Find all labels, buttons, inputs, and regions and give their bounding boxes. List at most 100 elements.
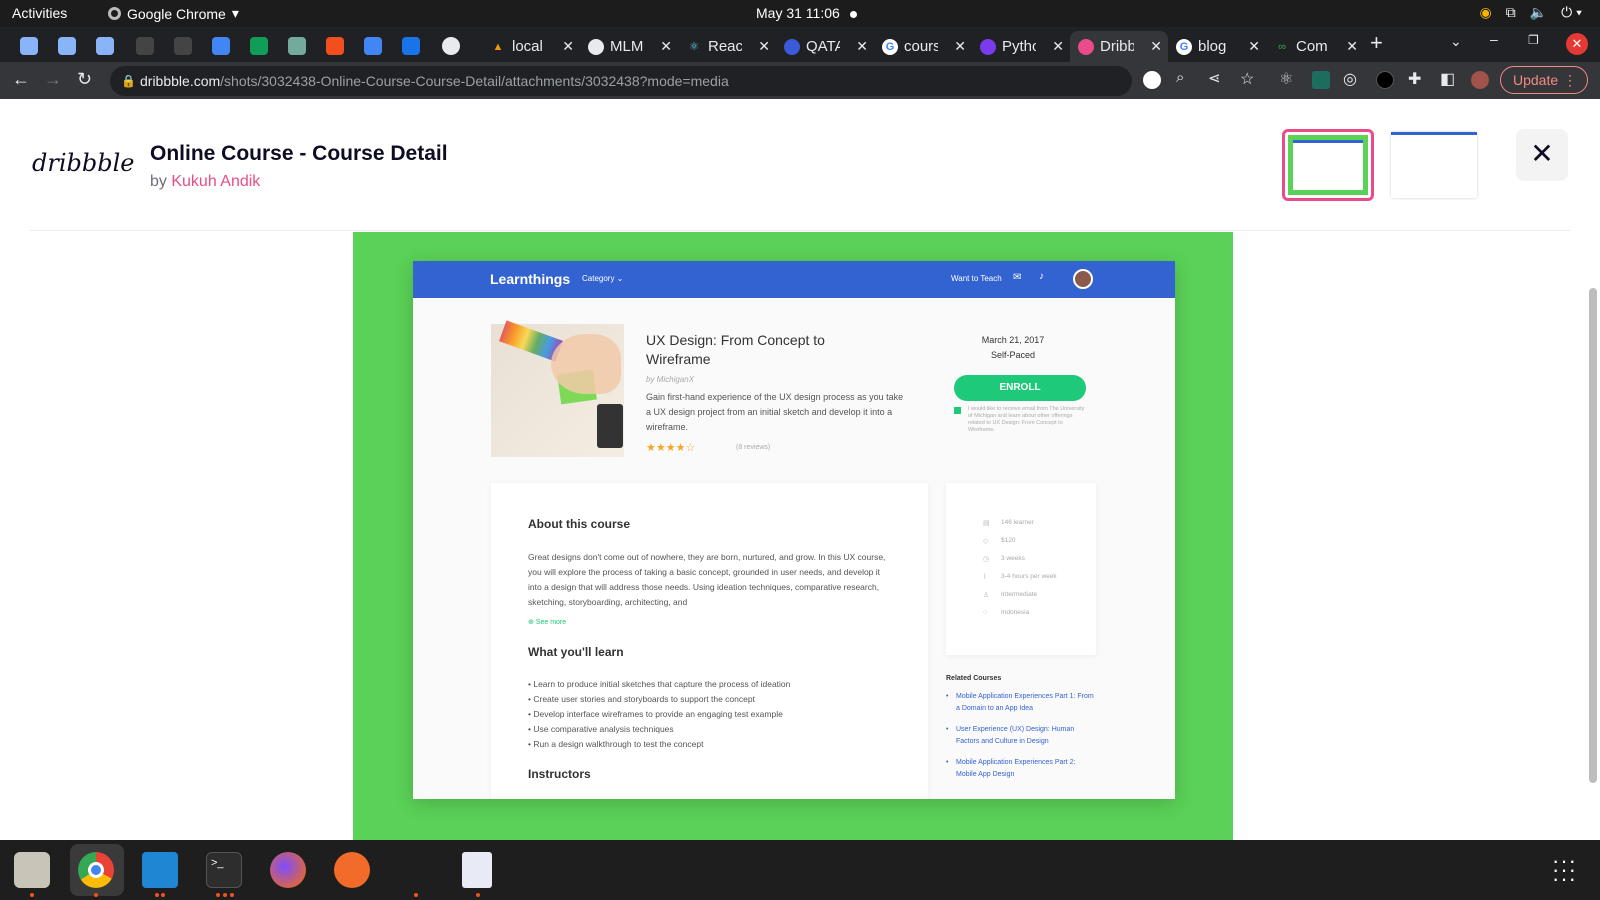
docs-tab-icon[interactable] (364, 37, 382, 55)
show-apps-icon[interactable]: ··· ··· ··· (1552, 850, 1577, 890)
close-tab-icon[interactable]: ✕ (758, 38, 770, 55)
caret-down-icon: ▾ (231, 5, 239, 21)
zoom-icon[interactable]: ⌕ (1176, 69, 1184, 86)
figma-tab-icon[interactable] (326, 37, 344, 55)
list-item: Develop interface wireframes to provide … (528, 707, 790, 722)
google-lens-icon[interactable] (1143, 71, 1161, 89)
bell-icon: ♪ (1039, 271, 1044, 282)
related-link: Mobile Application Experiences Part 1: F… (946, 691, 1096, 715)
scrollbar-thumb[interactable] (1589, 288, 1597, 783)
dribbble-logo[interactable]: dribbble (32, 149, 134, 177)
tab-mlm[interactable]: MLM ✕ (580, 31, 678, 62)
app-menu[interactable]: Google Chrome ▾ (108, 5, 239, 22)
tab-python[interactable]: Pytho✕ (972, 31, 1070, 62)
tab-cours[interactable]: Gcours ✕ (874, 31, 972, 62)
close-icon[interactable]: ✕ (1516, 129, 1568, 181)
avatar (1073, 269, 1093, 289)
text-editor-icon[interactable] (462, 852, 492, 888)
attachment-thumbnail-1[interactable] (1282, 129, 1374, 201)
list-item: Create user stories and storyboards to s… (528, 692, 790, 707)
close-tab-icon[interactable]: ✕ (1248, 38, 1260, 55)
running-indicator (223, 893, 227, 897)
terminal-icon[interactable]: >_ (206, 852, 242, 888)
volume-icon: 🔈 (1529, 4, 1548, 20)
tab-react[interactable]: ⚛React✕ (678, 31, 776, 62)
extensions-puzzle-icon[interactable]: ✚ (1408, 69, 1421, 89)
email-opt-in-text: I would like to receive email from The U… (968, 406, 1085, 433)
shield-icon (784, 38, 800, 55)
running-indicator (230, 893, 234, 897)
restore-icon[interactable]: ❐ (1528, 33, 1539, 47)
clock[interactable]: May 31 11:06 (756, 5, 857, 21)
attachment-thumbnail-2[interactable] (1388, 129, 1480, 201)
back-icon[interactable]: ← (12, 69, 30, 90)
extension-react-icon[interactable]: ⚛ (1279, 69, 1293, 89)
pinned-tab-icon[interactable] (58, 37, 76, 55)
tab-search-icon[interactable]: ⌄ (1450, 33, 1462, 50)
update-button[interactable]: Update ⋮ (1500, 66, 1588, 94)
extension-target-icon[interactable]: ◎ (1343, 69, 1357, 89)
close-tab-icon[interactable]: ✕ (954, 38, 966, 55)
share-icon[interactable]: ⋖ (1208, 69, 1221, 87)
pinned-tab-icon[interactable] (402, 37, 420, 55)
side-panel-icon[interactable]: ◧ (1440, 69, 1455, 89)
close-tab-icon[interactable]: ✕ (660, 38, 672, 55)
vscode-icon[interactable] (142, 852, 178, 888)
close-tab-icon[interactable]: ✕ (856, 38, 868, 55)
close-window-icon[interactable]: ✕ (1566, 33, 1588, 55)
close-tab-icon[interactable]: ✕ (1052, 38, 1064, 55)
activities-button[interactable]: Activities (12, 5, 67, 21)
fact-learners: ▤ 146 learner (983, 519, 1034, 527)
avatar[interactable] (1471, 71, 1489, 89)
pinned-tab-icon[interactable] (20, 37, 38, 55)
thumbnail-preview (1391, 132, 1477, 198)
network-icon: ⧉ (1505, 4, 1516, 20)
draw-app-icon[interactable] (334, 852, 370, 888)
new-tab-icon[interactable]: + (1370, 30, 1383, 56)
link-icon: ∞ (1278, 40, 1286, 53)
tab-blog[interactable]: Gblog ✕ (1168, 31, 1266, 62)
course-provider: by MichiganX (646, 375, 695, 384)
chatgpt-tab-icon[interactable] (288, 37, 306, 55)
extension-icon[interactable] (1312, 71, 1330, 89)
firefox-icon[interactable] (270, 852, 306, 888)
chrome-tray-icon: ◉ (1479, 4, 1492, 20)
learn-list: Learn to produce initial sketches that c… (528, 677, 790, 752)
forward-icon[interactable]: → (44, 69, 62, 90)
dock: >_ ··· ··· ··· (0, 840, 1600, 900)
address-bar[interactable]: 🔒 dribbble.com/shots/3032438-Online-Cours… (110, 66, 1132, 96)
close-tab-icon[interactable]: ✕ (562, 38, 574, 55)
python-icon (980, 38, 996, 55)
bookmark-star-icon[interactable]: ☆ (1240, 69, 1254, 89)
pinned-tab-icon[interactable] (174, 37, 192, 55)
pinned-tab-icon[interactable] (96, 37, 114, 55)
notification-dot-icon (849, 10, 857, 18)
fact-language: ○ Indonesia (983, 609, 1030, 616)
pinned-tab-icon[interactable] (136, 37, 154, 55)
checkbox-icon (954, 407, 961, 414)
author-link[interactable]: Kukuh Andik (171, 173, 260, 190)
close-tab-icon[interactable]: ✕ (1150, 38, 1162, 55)
system-tray[interactable]: ◉ ⧉ 🔈 ⏻ ▾ (1480, 4, 1583, 21)
divider (30, 230, 1570, 231)
chrome-center-icon (88, 862, 104, 878)
sheets-tab-icon[interactable] (250, 37, 268, 55)
tab-local[interactable]: ▲ local ✕ (482, 31, 580, 62)
files-icon[interactable] (14, 852, 50, 888)
globe-icon (588, 38, 604, 55)
about-text: Great designs don't come out of nowhere,… (528, 552, 886, 607)
close-tab-icon[interactable]: ✕ (1346, 38, 1358, 55)
fact-level: ♙ Intermediate (983, 591, 1038, 599)
running-indicator (30, 893, 34, 897)
notion-icon[interactable] (1376, 71, 1394, 89)
tab-dribbble[interactable]: Dribb ✕ (1070, 31, 1168, 62)
tab-qata[interactable]: QATA ✕ (776, 31, 874, 62)
fact-duration: ◷ 3 weeks (983, 555, 1025, 563)
tab-com[interactable]: ∞ Com ✕ (1266, 31, 1364, 62)
reload-icon[interactable]: ↻ (77, 69, 92, 90)
pinned-tab-icon[interactable] (442, 37, 460, 55)
google-icon: G (882, 38, 898, 55)
triangle-icon: ▲ (492, 40, 504, 53)
minimize-icon[interactable]: – (1490, 31, 1498, 47)
translate-tab-icon[interactable] (212, 37, 230, 55)
